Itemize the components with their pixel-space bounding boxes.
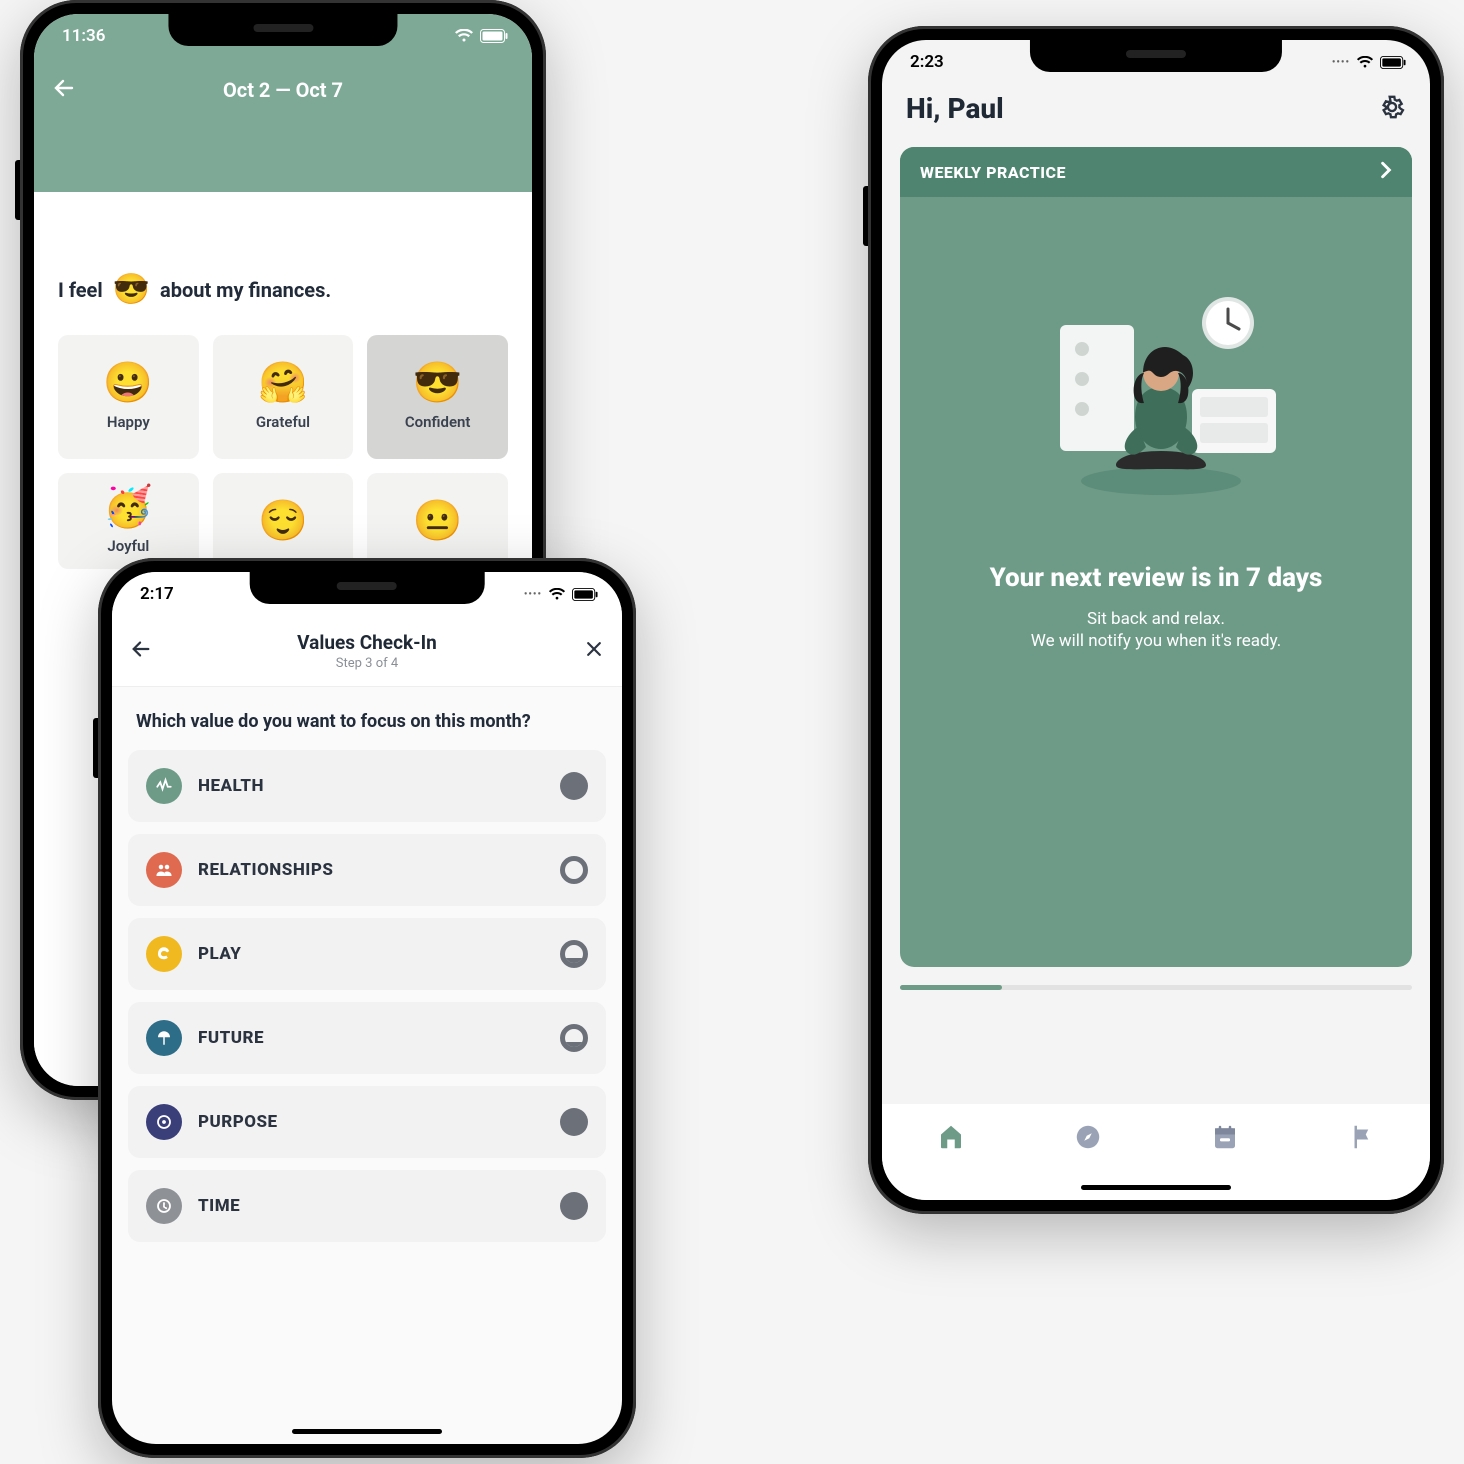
home-indicator: [292, 1429, 442, 1434]
play-icon: [146, 936, 182, 972]
indicator-solid-icon: [560, 772, 588, 800]
card-header-label: WEEKLY PRACTICE: [920, 163, 1066, 182]
wifi-icon: [454, 29, 474, 43]
weekly-practice-card[interactable]: WEEKLY PRACTICE: [900, 147, 1412, 967]
status-time: 2:23: [910, 52, 944, 72]
sentence-pre: I feel: [58, 278, 103, 302]
subtext-line1: Sit back and relax.: [1087, 609, 1225, 629]
sentence-emoji: 😎: [113, 272, 150, 307]
chevron-right-icon: [1380, 161, 1392, 183]
settings-button[interactable]: [1378, 93, 1406, 125]
home-icon: [936, 1122, 966, 1152]
nav-home[interactable]: [936, 1122, 966, 1152]
mood-label: Confident: [405, 413, 471, 431]
date-range: Oct 2 — Oct 7: [223, 78, 343, 102]
value-list: HEALTH RELATIONSHIPS PLAY: [112, 750, 622, 1242]
indicator-solid-icon: [560, 1108, 588, 1136]
emoji-neutral-icon: 😐: [413, 501, 463, 541]
nav-flag[interactable]: [1347, 1122, 1377, 1152]
question-text: Which value do you want to focus on this…: [112, 687, 622, 750]
mood-grid: 😀 Happy 🤗 Grateful 😎 Confident: [58, 335, 508, 459]
emoji-joyful-icon: 🥳: [103, 487, 153, 527]
notch: [168, 14, 397, 46]
phone-values: 2:17 •••• Values Check-In Step 3 of 4: [98, 558, 636, 1458]
wifi-icon: [548, 588, 566, 601]
gear-icon: [1378, 93, 1406, 121]
signal-dots-icon: ••••: [524, 589, 542, 600]
mood-label: Grateful: [256, 413, 310, 431]
relationships-icon: [146, 852, 182, 888]
value-label: HEALTH: [198, 776, 544, 796]
battery-icon: [480, 29, 508, 43]
card-body: Your next review is in 7 days Sit back a…: [900, 197, 1412, 967]
value-label: PURPOSE: [198, 1112, 544, 1132]
step-indicator: Step 3 of 4: [297, 656, 437, 671]
card-header[interactable]: WEEKLY PRACTICE: [900, 147, 1412, 197]
emoji-confident-icon: 😎: [413, 363, 463, 403]
close-button[interactable]: [584, 639, 604, 663]
emoji-happy-icon: 😀: [103, 363, 153, 403]
nav-explore[interactable]: [1073, 1122, 1103, 1152]
feeling-sentence: I feel 😎 about my finances.: [58, 272, 508, 307]
headline: Your next review is in 7 days: [990, 563, 1323, 593]
purpose-icon: [146, 1104, 182, 1140]
greeting: Hi, Paul: [906, 92, 1004, 125]
battery-icon: [572, 588, 598, 601]
page-title: Values Check-In: [297, 631, 437, 654]
status-time: 11:36: [62, 26, 105, 46]
health-icon: [146, 768, 182, 804]
mood-confident[interactable]: 😎 Confident: [367, 335, 508, 459]
mood-grid-row2: 🥳 Joyful 😌 😐: [58, 473, 508, 569]
value-health[interactable]: HEALTH: [128, 750, 606, 822]
home-indicator: [1081, 1185, 1231, 1190]
value-purpose[interactable]: PURPOSE: [128, 1086, 606, 1158]
nav-calendar[interactable]: [1210, 1122, 1240, 1152]
compass-icon: [1073, 1122, 1103, 1152]
indicator-half-icon: [560, 940, 588, 968]
wifi-icon: [1356, 56, 1374, 69]
screen-home: 2:23 •••• Hi, Paul WEEKLY PRACTICE: [882, 40, 1430, 1200]
battery-icon: [1380, 56, 1406, 69]
notch: [1030, 40, 1282, 72]
subtext-line2: We will notify you when it's ready.: [1031, 631, 1281, 651]
mood-label: Happy: [107, 413, 150, 431]
sentence-post: about my finances.: [160, 278, 331, 302]
mood-neutral[interactable]: 😐: [367, 473, 508, 569]
time-icon: [146, 1188, 182, 1224]
meditation-illustration: [1006, 217, 1306, 551]
value-label: FUTURE: [198, 1028, 544, 1048]
value-label: RELATIONSHIPS: [198, 860, 544, 880]
notch: [250, 572, 485, 604]
progress-bar: [900, 985, 1412, 990]
mood-relieved[interactable]: 😌: [213, 473, 354, 569]
back-button[interactable]: [52, 76, 76, 104]
emoji-grateful-icon: 🤗: [258, 363, 308, 403]
value-label: PLAY: [198, 944, 544, 964]
value-time[interactable]: TIME: [128, 1170, 606, 1242]
mood-grateful[interactable]: 🤗 Grateful: [213, 335, 354, 459]
phone-home: 2:23 •••• Hi, Paul WEEKLY PRACTICE: [868, 26, 1444, 1214]
indicator-half-icon: [560, 1024, 588, 1052]
screen-values: 2:17 •••• Values Check-In Step 3 of 4: [112, 572, 622, 1444]
future-icon: [146, 1020, 182, 1056]
status-time: 2:17: [140, 584, 174, 604]
value-future[interactable]: FUTURE: [128, 1002, 606, 1074]
indicator-ring-icon: [560, 856, 588, 884]
mood-label: Joyful: [107, 537, 149, 555]
value-label: TIME: [198, 1196, 544, 1216]
mood-happy[interactable]: 😀 Happy: [58, 335, 199, 459]
value-play[interactable]: PLAY: [128, 918, 606, 990]
back-button[interactable]: [130, 638, 152, 664]
flag-icon: [1347, 1122, 1377, 1152]
value-relationships[interactable]: RELATIONSHIPS: [128, 834, 606, 906]
mood-joyful[interactable]: 🥳 Joyful: [58, 473, 199, 569]
calendar-icon: [1210, 1122, 1240, 1152]
signal-dots-icon: ••••: [1332, 57, 1350, 68]
emoji-relieved-icon: 😌: [258, 501, 308, 541]
indicator-solid-icon: [560, 1192, 588, 1220]
